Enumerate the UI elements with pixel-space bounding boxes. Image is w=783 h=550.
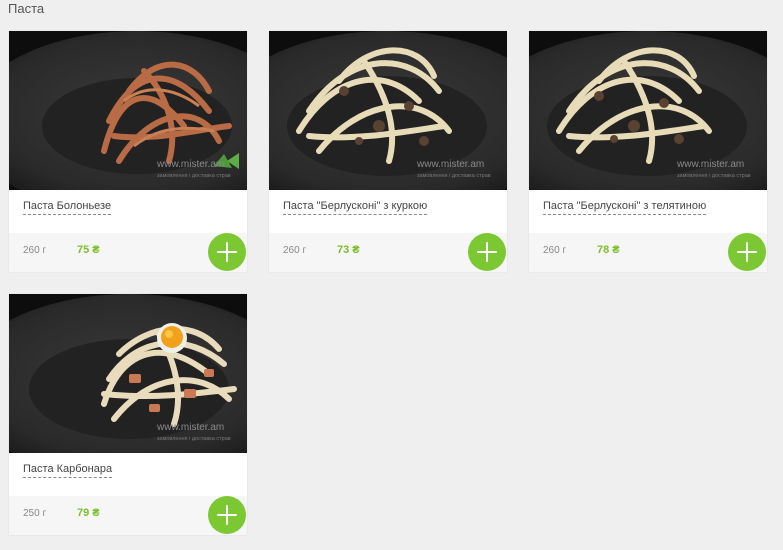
plus-icon bbox=[477, 242, 497, 262]
product-photo[interactable]: www.mister.am замовлення і доставка стра… bbox=[269, 31, 507, 190]
watermark-site: www.mister.am bbox=[156, 422, 224, 433]
add-to-cart-button[interactable] bbox=[468, 233, 506, 271]
product-price: 73 ₴ bbox=[337, 244, 360, 256]
product-card: www.mister.am замовлення і доставка стра… bbox=[269, 31, 507, 272]
product-card: www.mister.am замовлення і доставка стра… bbox=[9, 31, 247, 272]
product-price: 78 ₴ bbox=[597, 244, 620, 256]
plus-icon bbox=[217, 505, 237, 525]
product-weight: 260 г bbox=[283, 245, 307, 256]
product-name-link[interactable]: Паста Карбонара bbox=[23, 462, 113, 478]
watermark-site: www.mister.am bbox=[416, 159, 484, 170]
product-weight: 250 г bbox=[23, 508, 47, 519]
plus-icon bbox=[217, 242, 237, 262]
watermark-tagline: замовлення і доставка страв bbox=[157, 436, 231, 442]
product-name-link[interactable]: Паста Болоньезе bbox=[23, 199, 112, 215]
product-price: 75 ₴ bbox=[77, 244, 100, 256]
product-photo[interactable]: www.mister.am замовлення і доставка стра… bbox=[529, 31, 767, 190]
section-title: Паста bbox=[8, 1, 45, 16]
product-card: www.mister.am замовлення і доставка стра… bbox=[529, 31, 767, 272]
add-to-cart-button[interactable] bbox=[208, 233, 246, 271]
product-weight: 260 г bbox=[543, 245, 567, 256]
watermark-tagline: замовлення і доставка страв bbox=[677, 173, 751, 179]
plus-icon bbox=[737, 242, 757, 262]
watermark-tagline: замовлення і доставка страв bbox=[417, 173, 491, 179]
product-card: www.mister.am замовлення і доставка стра… bbox=[9, 294, 247, 535]
product-name-link[interactable]: Паста "Берлусконі" з куркою bbox=[283, 199, 428, 215]
product-weight: 260 г bbox=[23, 245, 47, 256]
watermark-site: www.mister.am bbox=[156, 159, 224, 170]
add-to-cart-button[interactable] bbox=[208, 496, 246, 534]
watermark-tagline: замовлення і доставка страв bbox=[157, 173, 231, 179]
product-name-link[interactable]: Паста "Берлусконі" з телятиною bbox=[543, 199, 707, 215]
product-photo[interactable]: www.mister.am замовлення і доставка стра… bbox=[9, 31, 247, 190]
watermark-site: www.mister.am bbox=[676, 159, 744, 170]
product-photo[interactable]: www.mister.am замовлення і доставка стра… bbox=[9, 294, 247, 453]
add-to-cart-button[interactable] bbox=[728, 233, 766, 271]
product-price: 79 ₴ bbox=[77, 507, 100, 519]
